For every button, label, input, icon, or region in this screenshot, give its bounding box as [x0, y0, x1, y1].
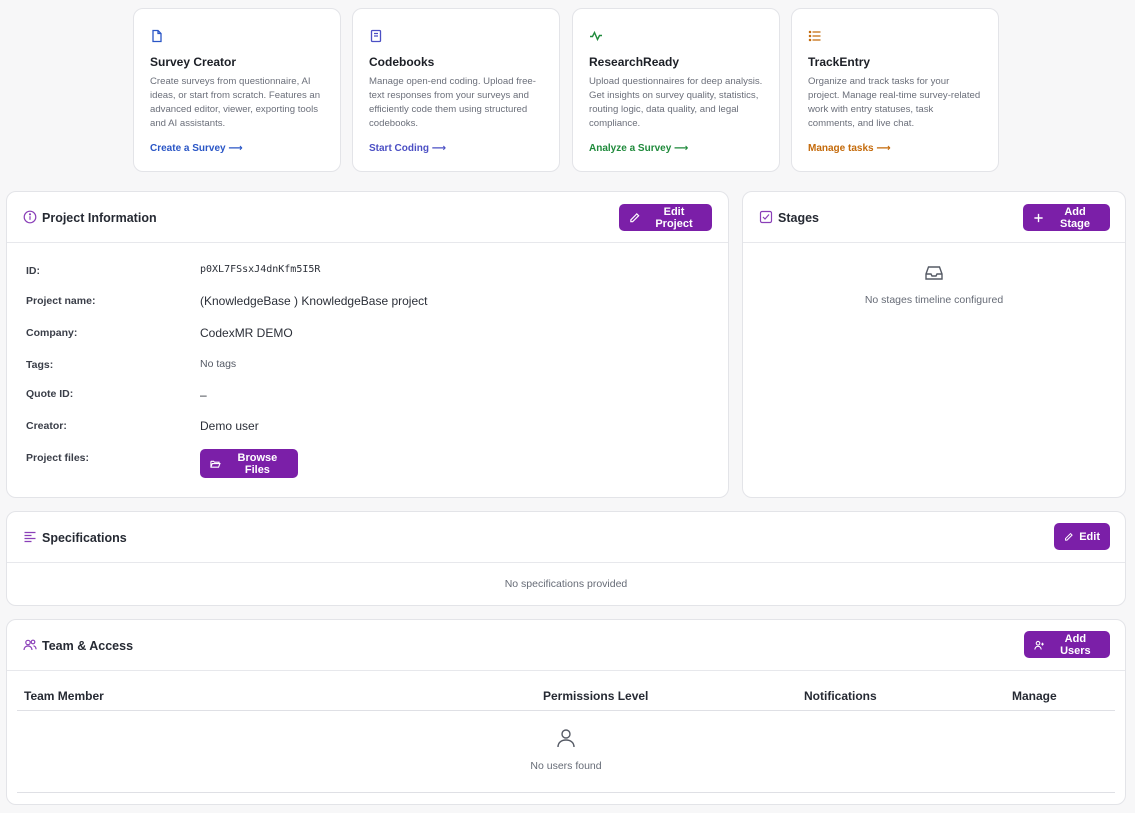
- quote-id-label: Quote ID:: [26, 388, 74, 400]
- section-header: Stages Add Stage: [743, 192, 1125, 243]
- edit-specifications-button[interactable]: Edit: [1054, 523, 1110, 550]
- create-survey-link[interactable]: Create a Survey ⟶: [150, 143, 243, 154]
- user-plus-icon: [1034, 640, 1044, 650]
- creator-label: Creator:: [26, 420, 67, 432]
- column-header-team-member: Team Member: [24, 689, 104, 703]
- project-information-panel: Project Information Edit Project ID: p0X…: [6, 191, 729, 498]
- table-bottom-divider: [17, 792, 1115, 793]
- add-stage-button[interactable]: Add Stage: [1023, 204, 1110, 231]
- pencil-icon: [630, 212, 640, 222]
- info-icon: [23, 210, 37, 224]
- quote-id-value: –: [200, 388, 207, 402]
- section-title: Specifications: [42, 531, 127, 545]
- table-divider: [17, 710, 1115, 711]
- list-icon: [808, 30, 821, 42]
- section-title: Stages: [778, 211, 819, 225]
- app-description: Manage open-end coding. Upload free-text…: [369, 76, 536, 129]
- app-card-trackentry[interactable]: TrackEntry Organize and track tasks for …: [791, 8, 999, 172]
- project-name-label: Project name:: [26, 295, 96, 307]
- activity-icon: [590, 30, 602, 42]
- app-card-codebooks[interactable]: Codebooks Manage open-end coding. Upload…: [352, 8, 560, 172]
- company-value: CodexMR DEMO: [200, 326, 293, 340]
- add-users-button[interactable]: Add Users: [1024, 631, 1110, 658]
- app-description: Create surveys from questionnaire, AI id…: [150, 76, 321, 129]
- checkbox-icon: [759, 210, 773, 224]
- align-left-icon: [24, 531, 36, 543]
- section-header: Team & Access Add Users: [7, 620, 1125, 671]
- start-coding-link[interactable]: Start Coding ⟶: [369, 143, 446, 154]
- user-icon: [557, 729, 575, 748]
- folder-open-icon: [210, 460, 221, 468]
- team-access-panel: Team & Access Add Users Team Member Perm…: [6, 619, 1126, 805]
- file-icon: [152, 29, 162, 43]
- app-description: Organize and track tasks for your projec…: [808, 76, 981, 129]
- column-header-permissions: Permissions Level: [543, 689, 649, 703]
- app-description: Upload questionnaires for deep analysis.…: [589, 76, 763, 129]
- tags-label: Tags:: [26, 359, 54, 371]
- browse-files-button[interactable]: Browse Files: [200, 449, 298, 478]
- project-files-label: Project files:: [26, 452, 90, 464]
- creator-value: Demo user: [200, 419, 259, 433]
- section-title: Team & Access: [42, 639, 134, 653]
- specifications-empty-text: No specifications provided: [504, 578, 628, 590]
- pencil-icon: [1065, 532, 1073, 541]
- id-value: p0XL7FSsxJ4dnKfm5I5R: [200, 264, 321, 275]
- id-label: ID:: [26, 265, 40, 277]
- plus-icon: [1034, 213, 1043, 222]
- app-card-researchready[interactable]: ResearchReady Upload questionnaires for …: [572, 8, 780, 172]
- analyze-survey-link[interactable]: Analyze a Survey ⟶: [589, 143, 688, 154]
- company-label: Company:: [26, 327, 78, 339]
- manage-tasks-link[interactable]: Manage tasks ⟶: [808, 143, 891, 154]
- section-header: Specifications Edit: [7, 512, 1125, 563]
- app-title: Codebooks: [369, 55, 435, 69]
- edit-project-button[interactable]: Edit Project: [619, 204, 712, 231]
- app-title: ResearchReady: [589, 55, 680, 69]
- app-title: TrackEntry: [808, 55, 871, 69]
- section-title: Project Information: [42, 211, 157, 225]
- app-card-survey-creator[interactable]: Survey Creator Create surveys from quest…: [133, 8, 341, 172]
- users-icon: [23, 639, 37, 651]
- project-name-value: (KnowledgeBase ) KnowledgeBase project: [200, 294, 428, 308]
- tags-value: No tags: [200, 358, 237, 370]
- inbox-icon: [925, 266, 943, 280]
- column-header-manage: Manage: [1012, 689, 1057, 703]
- book-icon: [370, 29, 382, 43]
- stages-panel: Stages Add Stage No stages timeline conf…: [742, 191, 1126, 498]
- section-header: Project Information Edit Project: [7, 192, 728, 243]
- column-header-notifications: Notifications: [804, 689, 877, 703]
- specifications-panel: Specifications Edit No specifications pr…: [6, 511, 1126, 606]
- app-title: Survey Creator: [150, 55, 237, 69]
- users-empty-text: No users found: [530, 760, 602, 772]
- stages-empty-text: No stages timeline configured: [864, 294, 1004, 306]
